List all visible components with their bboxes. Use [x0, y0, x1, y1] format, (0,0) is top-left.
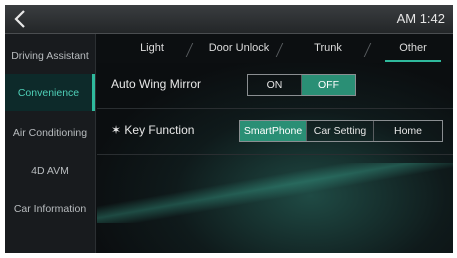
wing-mirror-off-button[interactable]: OFF: [302, 75, 355, 95]
wing-mirror-on-button[interactable]: ON: [248, 75, 302, 95]
tab-light[interactable]: Light: [127, 36, 177, 60]
screen: AM 1:42 Driving Assistant Convenience Ai…: [5, 5, 453, 253]
sidebar-item-air-conditioning[interactable]: Air Conditioning: [5, 114, 95, 151]
tab-door-unlock[interactable]: Door Unlock: [201, 36, 277, 60]
key-function-car-setting-button[interactable]: Car Setting: [307, 121, 374, 141]
key-function-home-button[interactable]: Home: [374, 121, 442, 141]
background-decoration: [97, 163, 453, 223]
setting-label: ✶ Key Function: [111, 123, 195, 137]
setting-row-auto-wing-mirror: Auto Wing Mirror ON OFF: [97, 63, 453, 109]
tab-divider: [363, 43, 372, 57]
tab-bar: Light Door Unlock Trunk Other: [97, 36, 453, 62]
back-button[interactable]: [9, 7, 31, 31]
setting-label: Auto Wing Mirror: [111, 77, 202, 91]
wing-mirror-toggle: ON OFF: [247, 74, 356, 96]
tab-other[interactable]: Other: [385, 36, 441, 62]
top-bar: AM 1:42: [5, 5, 453, 34]
tab-trunk[interactable]: Trunk: [293, 36, 363, 60]
sidebar-item-driving-assistant[interactable]: Driving Assistant: [5, 37, 95, 74]
key-function-selector: SmartPhone Car Setting Home: [239, 120, 443, 142]
tab-divider: [185, 43, 194, 57]
chevron-left-icon: [14, 10, 25, 28]
clock: AM 1:42: [396, 11, 445, 26]
setting-row-key-function: ✶ Key Function SmartPhone Car Setting Ho…: [97, 109, 453, 155]
sidebar-item-4d-avm[interactable]: 4D AVM: [5, 152, 95, 189]
key-function-smartphone-button[interactable]: SmartPhone: [240, 121, 307, 141]
settings-panel: Auto Wing Mirror ON OFF ✶ Key Function S…: [97, 63, 453, 253]
sidebar-item-convenience[interactable]: Convenience: [5, 74, 95, 111]
sidebar-item-car-information[interactable]: Car Information: [5, 190, 95, 227]
sidebar: Driving Assistant Convenience Air Condit…: [5, 34, 96, 253]
